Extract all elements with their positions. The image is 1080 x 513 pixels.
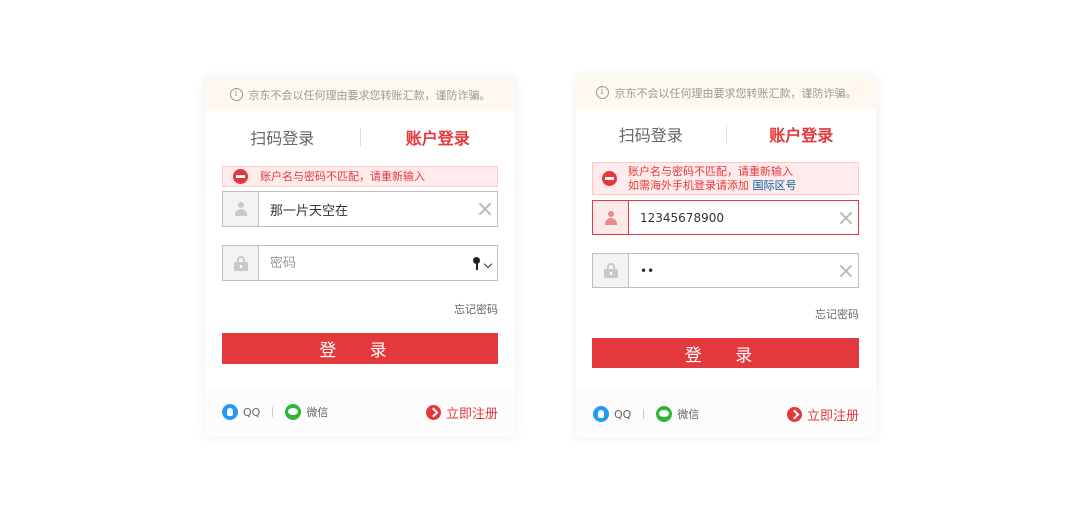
user-icon: [593, 201, 629, 234]
password-manager-button[interactable]: [472, 257, 493, 270]
wechat-icon: [656, 406, 673, 422]
tab-qr-login[interactable]: 扫码登录: [576, 122, 726, 146]
notice-text: 京东不会以任何理由要求您转账汇款，谨防诈骗。: [248, 88, 491, 102]
lock-icon: [223, 246, 259, 280]
error-icon: [602, 171, 617, 186]
error-text: 账户名与密码不匹配，请重新输入: [260, 169, 425, 183]
arrow-right-icon: [425, 404, 441, 420]
clear-icon[interactable]: [478, 202, 492, 216]
qq-label: QQ: [614, 407, 632, 421]
wechat-label: 微信: [677, 408, 700, 421]
username-input[interactable]: [629, 201, 839, 234]
login-tabs: 扫码登录 账户登录: [205, 123, 515, 151]
wechat-icon: [285, 404, 302, 420]
country-code-link[interactable]: 国际区号: [753, 179, 797, 192]
qq-icon: [593, 406, 609, 422]
login-button[interactable]: 登 录: [592, 338, 859, 368]
tab-account-login[interactable]: 账户登录: [727, 122, 877, 146]
footer-divider: [272, 407, 274, 417]
clear-icon[interactable]: [839, 211, 853, 225]
lock-icon: [593, 254, 629, 287]
forgot-password-link[interactable]: 忘记密码: [815, 306, 859, 322]
login-card-right: i 京东不会以任何理由要求您转账汇款，谨防诈骗。 扫码登录 账户登录 账户名与密…: [576, 76, 876, 438]
notice-text: 京东不会以任何理由要求您转账汇款，谨防诈骗。: [614, 86, 857, 100]
key-icon: [472, 257, 482, 270]
register-link[interactable]: 立即注册: [425, 403, 498, 422]
password-input[interactable]: ••: [629, 254, 839, 287]
tab-qr-login[interactable]: 扫码登录: [205, 125, 360, 149]
password-field: ••: [592, 253, 859, 288]
info-icon: i: [229, 88, 243, 101]
clear-icon[interactable]: [839, 264, 853, 278]
login-button[interactable]: 登 录: [222, 333, 498, 364]
register-link[interactable]: 立即注册: [786, 405, 859, 424]
tab-account-login[interactable]: 账户登录: [361, 125, 516, 149]
register-label: 立即注册: [806, 408, 859, 424]
login-tabs: 扫码登录 账户登录: [576, 121, 876, 147]
forgot-password-link[interactable]: 忘记密码: [454, 301, 498, 317]
wechat-login[interactable]: 微信: [285, 404, 328, 420]
qq-label: QQ: [243, 405, 261, 419]
error-message: 账户名与密码不匹配，请重新输入 如需海外手机登录请添加 国际区号: [592, 162, 859, 195]
footer-divider: [643, 409, 645, 419]
qq-login[interactable]: QQ: [222, 404, 260, 420]
login-footer: QQ 微信 立即注册: [205, 388, 515, 436]
chevron-down-icon: [483, 259, 493, 268]
qq-icon: [222, 404, 238, 420]
username-input[interactable]: [259, 192, 478, 226]
wechat-label: 微信: [306, 406, 329, 419]
error-hint: 如需海外手机登录请添加: [628, 178, 749, 192]
arrow-right-icon: [786, 406, 802, 422]
wechat-login[interactable]: 微信: [656, 406, 699, 422]
username-field: [222, 191, 498, 227]
password-field: [222, 245, 498, 281]
username-field: [592, 200, 859, 235]
error-message: 账户名与密码不匹配，请重新输入: [222, 166, 498, 187]
login-card-left: i 京东不会以任何理由要求您转账汇款，谨防诈骗。 扫码登录 账户登录 账户名与密…: [205, 78, 515, 436]
qq-login[interactable]: QQ: [593, 406, 631, 422]
anti-fraud-notice: i 京东不会以任何理由要求您转账汇款，谨防诈骗。: [205, 78, 515, 111]
user-icon: [223, 192, 259, 226]
register-label: 立即注册: [445, 406, 498, 422]
anti-fraud-notice: i 京东不会以任何理由要求您转账汇款，谨防诈骗。: [576, 76, 876, 109]
error-icon: [233, 169, 248, 184]
info-icon: i: [595, 86, 609, 99]
error-text: 账户名与密码不匹配，请重新输入: [628, 164, 793, 178]
login-footer: QQ 微信 立即注册: [576, 390, 876, 438]
password-input[interactable]: [259, 246, 472, 280]
